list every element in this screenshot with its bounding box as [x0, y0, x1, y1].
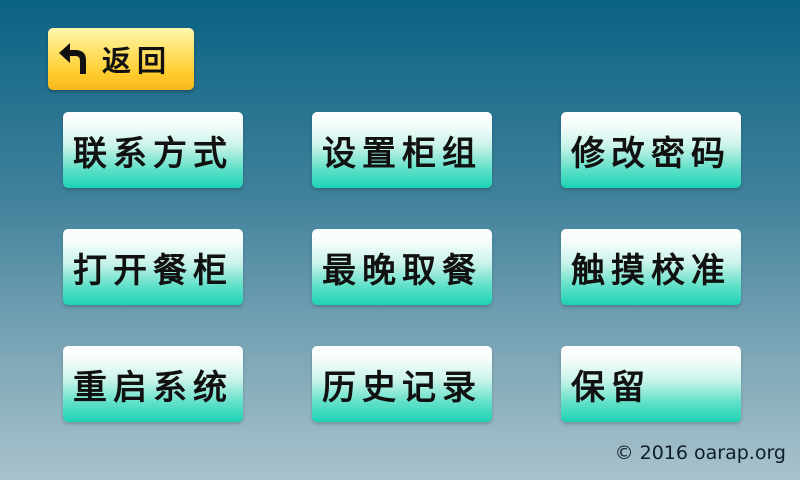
- touch-calibration-label: 触摸校准: [571, 250, 731, 291]
- change-password-label: 修改密码: [571, 133, 731, 174]
- reserved-label: 保留: [571, 367, 651, 408]
- history-label: 历史记录: [322, 367, 482, 408]
- copyright-text: © 2016 oarap.org: [614, 442, 786, 464]
- back-button[interactable]: 返回: [48, 28, 194, 90]
- contact-button[interactable]: 联系方式: [63, 112, 243, 188]
- change-password-button[interactable]: 修改密码: [561, 112, 741, 188]
- reserved-button[interactable]: 保留: [561, 346, 741, 422]
- set-cabinet-group-button[interactable]: 设置柜组: [312, 112, 492, 188]
- open-cabinet-button[interactable]: 打开餐柜: [63, 229, 243, 305]
- contact-label: 联系方式: [73, 133, 233, 174]
- history-button[interactable]: 历史记录: [312, 346, 492, 422]
- latest-pickup-label: 最晚取餐: [322, 250, 482, 291]
- latest-pickup-button[interactable]: 最晚取餐: [312, 229, 492, 305]
- set-cabinet-group-label: 设置柜组: [322, 133, 482, 174]
- restart-system-button[interactable]: 重启系统: [63, 346, 243, 422]
- back-label: 返回: [102, 44, 173, 78]
- restart-system-label: 重启系统: [73, 367, 233, 408]
- open-cabinet-label: 打开餐柜: [73, 250, 233, 291]
- undo-arrow-icon: [59, 43, 86, 74]
- touch-calibration-button[interactable]: 触摸校准: [561, 229, 741, 305]
